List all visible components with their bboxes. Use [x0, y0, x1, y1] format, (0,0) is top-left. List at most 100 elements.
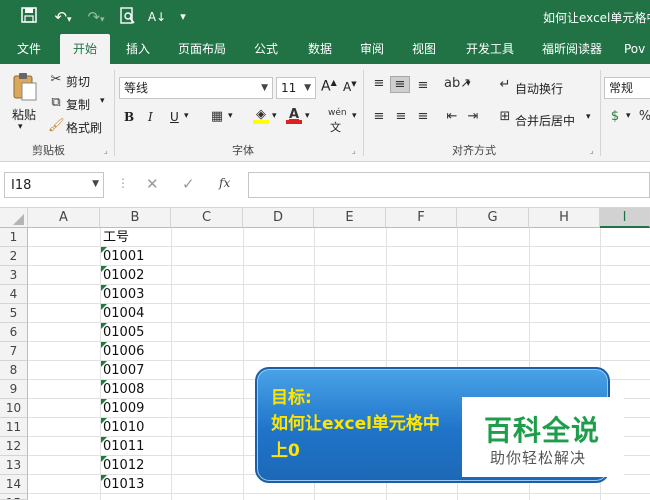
- paste-dropdown-icon[interactable]: ▾: [18, 122, 23, 132]
- grow-font-button[interactable]: A▲: [321, 78, 337, 95]
- alignment-launcher-icon[interactable]: ⌟: [590, 146, 594, 155]
- font-name-combo[interactable]: 等线 ▼: [119, 77, 273, 99]
- paste-label[interactable]: 粘贴: [12, 106, 36, 123]
- font-color-icon[interactable]: A: [284, 107, 304, 124]
- column-header-h[interactable]: H: [529, 208, 600, 228]
- underline-dropdown-icon[interactable]: ▾: [184, 111, 189, 121]
- tab-page-layout[interactable]: 页面布局: [170, 34, 234, 64]
- increase-indent-icon[interactable]: ⇥: [464, 109, 482, 124]
- print-preview-icon[interactable]: [118, 7, 138, 27]
- chevron-down-icon[interactable]: ▼: [92, 179, 99, 189]
- percent-icon[interactable]: %: [638, 109, 650, 124]
- redo-icon[interactable]: ↷▾: [82, 7, 110, 27]
- row-header[interactable]: 10: [0, 399, 28, 418]
- tab-power[interactable]: Pov: [624, 34, 650, 64]
- cell-b10[interactable]: 01009: [101, 399, 144, 418]
- row-header[interactable]: 8: [0, 361, 28, 380]
- cancel-icon[interactable]: ✕: [146, 175, 159, 193]
- row-header[interactable]: 13: [0, 456, 28, 475]
- row-header[interactable]: 12: [0, 437, 28, 456]
- column-header-c[interactable]: C: [171, 208, 243, 228]
- tab-review[interactable]: 审阅: [350, 34, 394, 64]
- align-top-icon[interactable]: ≡: [370, 76, 388, 91]
- row-header[interactable]: 5: [0, 304, 28, 323]
- fill-color-dropdown-icon[interactable]: ▾: [272, 111, 277, 121]
- fill-color-icon[interactable]: ◈: [251, 107, 271, 124]
- font-size-combo[interactable]: 11 ▼: [276, 77, 316, 99]
- cell-b5[interactable]: 01004: [101, 304, 144, 323]
- cut-button[interactable]: 剪切: [66, 73, 90, 90]
- orientation-icon[interactable]: ab↗: [444, 76, 471, 91]
- number-format-combo[interactable]: 常规: [604, 77, 650, 99]
- format-painter-button[interactable]: 格式刷: [66, 119, 102, 136]
- cell-b1[interactable]: 工号: [101, 228, 129, 247]
- tab-data[interactable]: 数据: [298, 34, 342, 64]
- cell-b4[interactable]: 01003: [101, 285, 144, 304]
- cell-b3[interactable]: 01002: [101, 266, 144, 285]
- column-header-f[interactable]: F: [386, 208, 457, 228]
- copy-dropdown-icon[interactable]: ▾: [100, 96, 105, 106]
- underline-button[interactable]: U: [170, 110, 179, 124]
- tab-home[interactable]: 开始: [60, 34, 110, 64]
- align-left-icon[interactable]: ≡: [370, 109, 388, 124]
- paste-icon[interactable]: [10, 72, 40, 104]
- row-header[interactable]: 9: [0, 380, 28, 399]
- align-center-icon[interactable]: ≡: [392, 109, 410, 124]
- cell-b6[interactable]: 01005: [101, 323, 144, 342]
- font-launcher-icon[interactable]: ⌟: [352, 146, 356, 155]
- enter-icon[interactable]: ✓: [182, 175, 195, 193]
- column-header-e[interactable]: E: [314, 208, 386, 228]
- cell-b11[interactable]: 01010: [101, 418, 144, 437]
- accounting-format-icon[interactable]: $: [606, 109, 624, 124]
- phonetic-button[interactable]: wén: [328, 108, 347, 118]
- align-bottom-icon[interactable]: ≡: [414, 78, 432, 93]
- merge-center-button[interactable]: 合并后居中: [515, 112, 575, 129]
- column-header-d[interactable]: D: [243, 208, 314, 228]
- wrap-text-button[interactable]: 自动换行: [515, 80, 563, 97]
- tab-view[interactable]: 视图: [402, 34, 446, 64]
- align-middle-icon[interactable]: ≡: [390, 76, 410, 93]
- row-header[interactable]: 4: [0, 285, 28, 304]
- tab-file[interactable]: 文件: [6, 34, 52, 64]
- italic-button[interactable]: I: [148, 110, 153, 124]
- row-header[interactable]: 14: [0, 475, 28, 494]
- align-right-icon[interactable]: ≡: [414, 109, 432, 124]
- sort-icon[interactable]: A↓: [146, 7, 168, 27]
- cell-b14[interactable]: 01013: [101, 475, 144, 494]
- row-header[interactable]: 2: [0, 247, 28, 266]
- phonetic-dropdown-icon[interactable]: ▾: [352, 111, 357, 121]
- insert-function-icon[interactable]: fx: [219, 176, 230, 190]
- row-header[interactable]: 3: [0, 266, 28, 285]
- decrease-indent-icon[interactable]: ⇤: [443, 109, 461, 124]
- undo-icon[interactable]: ↶▾: [48, 7, 78, 27]
- column-header-b[interactable]: B: [100, 208, 171, 228]
- merge-dropdown-icon[interactable]: ▾: [586, 112, 591, 122]
- cell-b7[interactable]: 01006: [101, 342, 144, 361]
- cell-b9[interactable]: 01008: [101, 380, 144, 399]
- column-header-a[interactable]: A: [28, 208, 100, 228]
- cell-b2[interactable]: 01001: [101, 247, 144, 266]
- tab-formulas[interactable]: 公式: [244, 34, 288, 64]
- cell-b13[interactable]: 01012: [101, 456, 144, 475]
- borders-icon[interactable]: ▦: [208, 109, 226, 124]
- font-color-dropdown-icon[interactable]: ▾: [305, 111, 310, 121]
- cell-b8[interactable]: 01007: [101, 361, 144, 380]
- row-header[interactable]: 1: [0, 228, 28, 247]
- formula-input[interactable]: [248, 172, 650, 198]
- row-header[interactable]: 7: [0, 342, 28, 361]
- row-header[interactable]: 15: [0, 494, 28, 500]
- row-header[interactable]: 11: [0, 418, 28, 437]
- row-header[interactable]: 6: [0, 323, 28, 342]
- column-header-g[interactable]: G: [457, 208, 529, 228]
- tab-insert[interactable]: 插入: [116, 34, 160, 64]
- cell-b12[interactable]: 01011: [101, 437, 144, 456]
- borders-dropdown-icon[interactable]: ▾: [228, 111, 233, 121]
- shrink-font-button[interactable]: A▼: [343, 80, 357, 94]
- bold-button[interactable]: B: [124, 110, 134, 124]
- name-box[interactable]: I18 ▼: [4, 172, 104, 198]
- accounting-dropdown-icon[interactable]: ▾: [626, 111, 631, 121]
- clipboard-launcher-icon[interactable]: ⌟: [104, 146, 108, 155]
- tab-developer[interactable]: 开发工具: [458, 34, 522, 64]
- orientation-dropdown-icon[interactable]: ▾: [466, 79, 471, 89]
- copy-button[interactable]: 复制: [66, 96, 90, 113]
